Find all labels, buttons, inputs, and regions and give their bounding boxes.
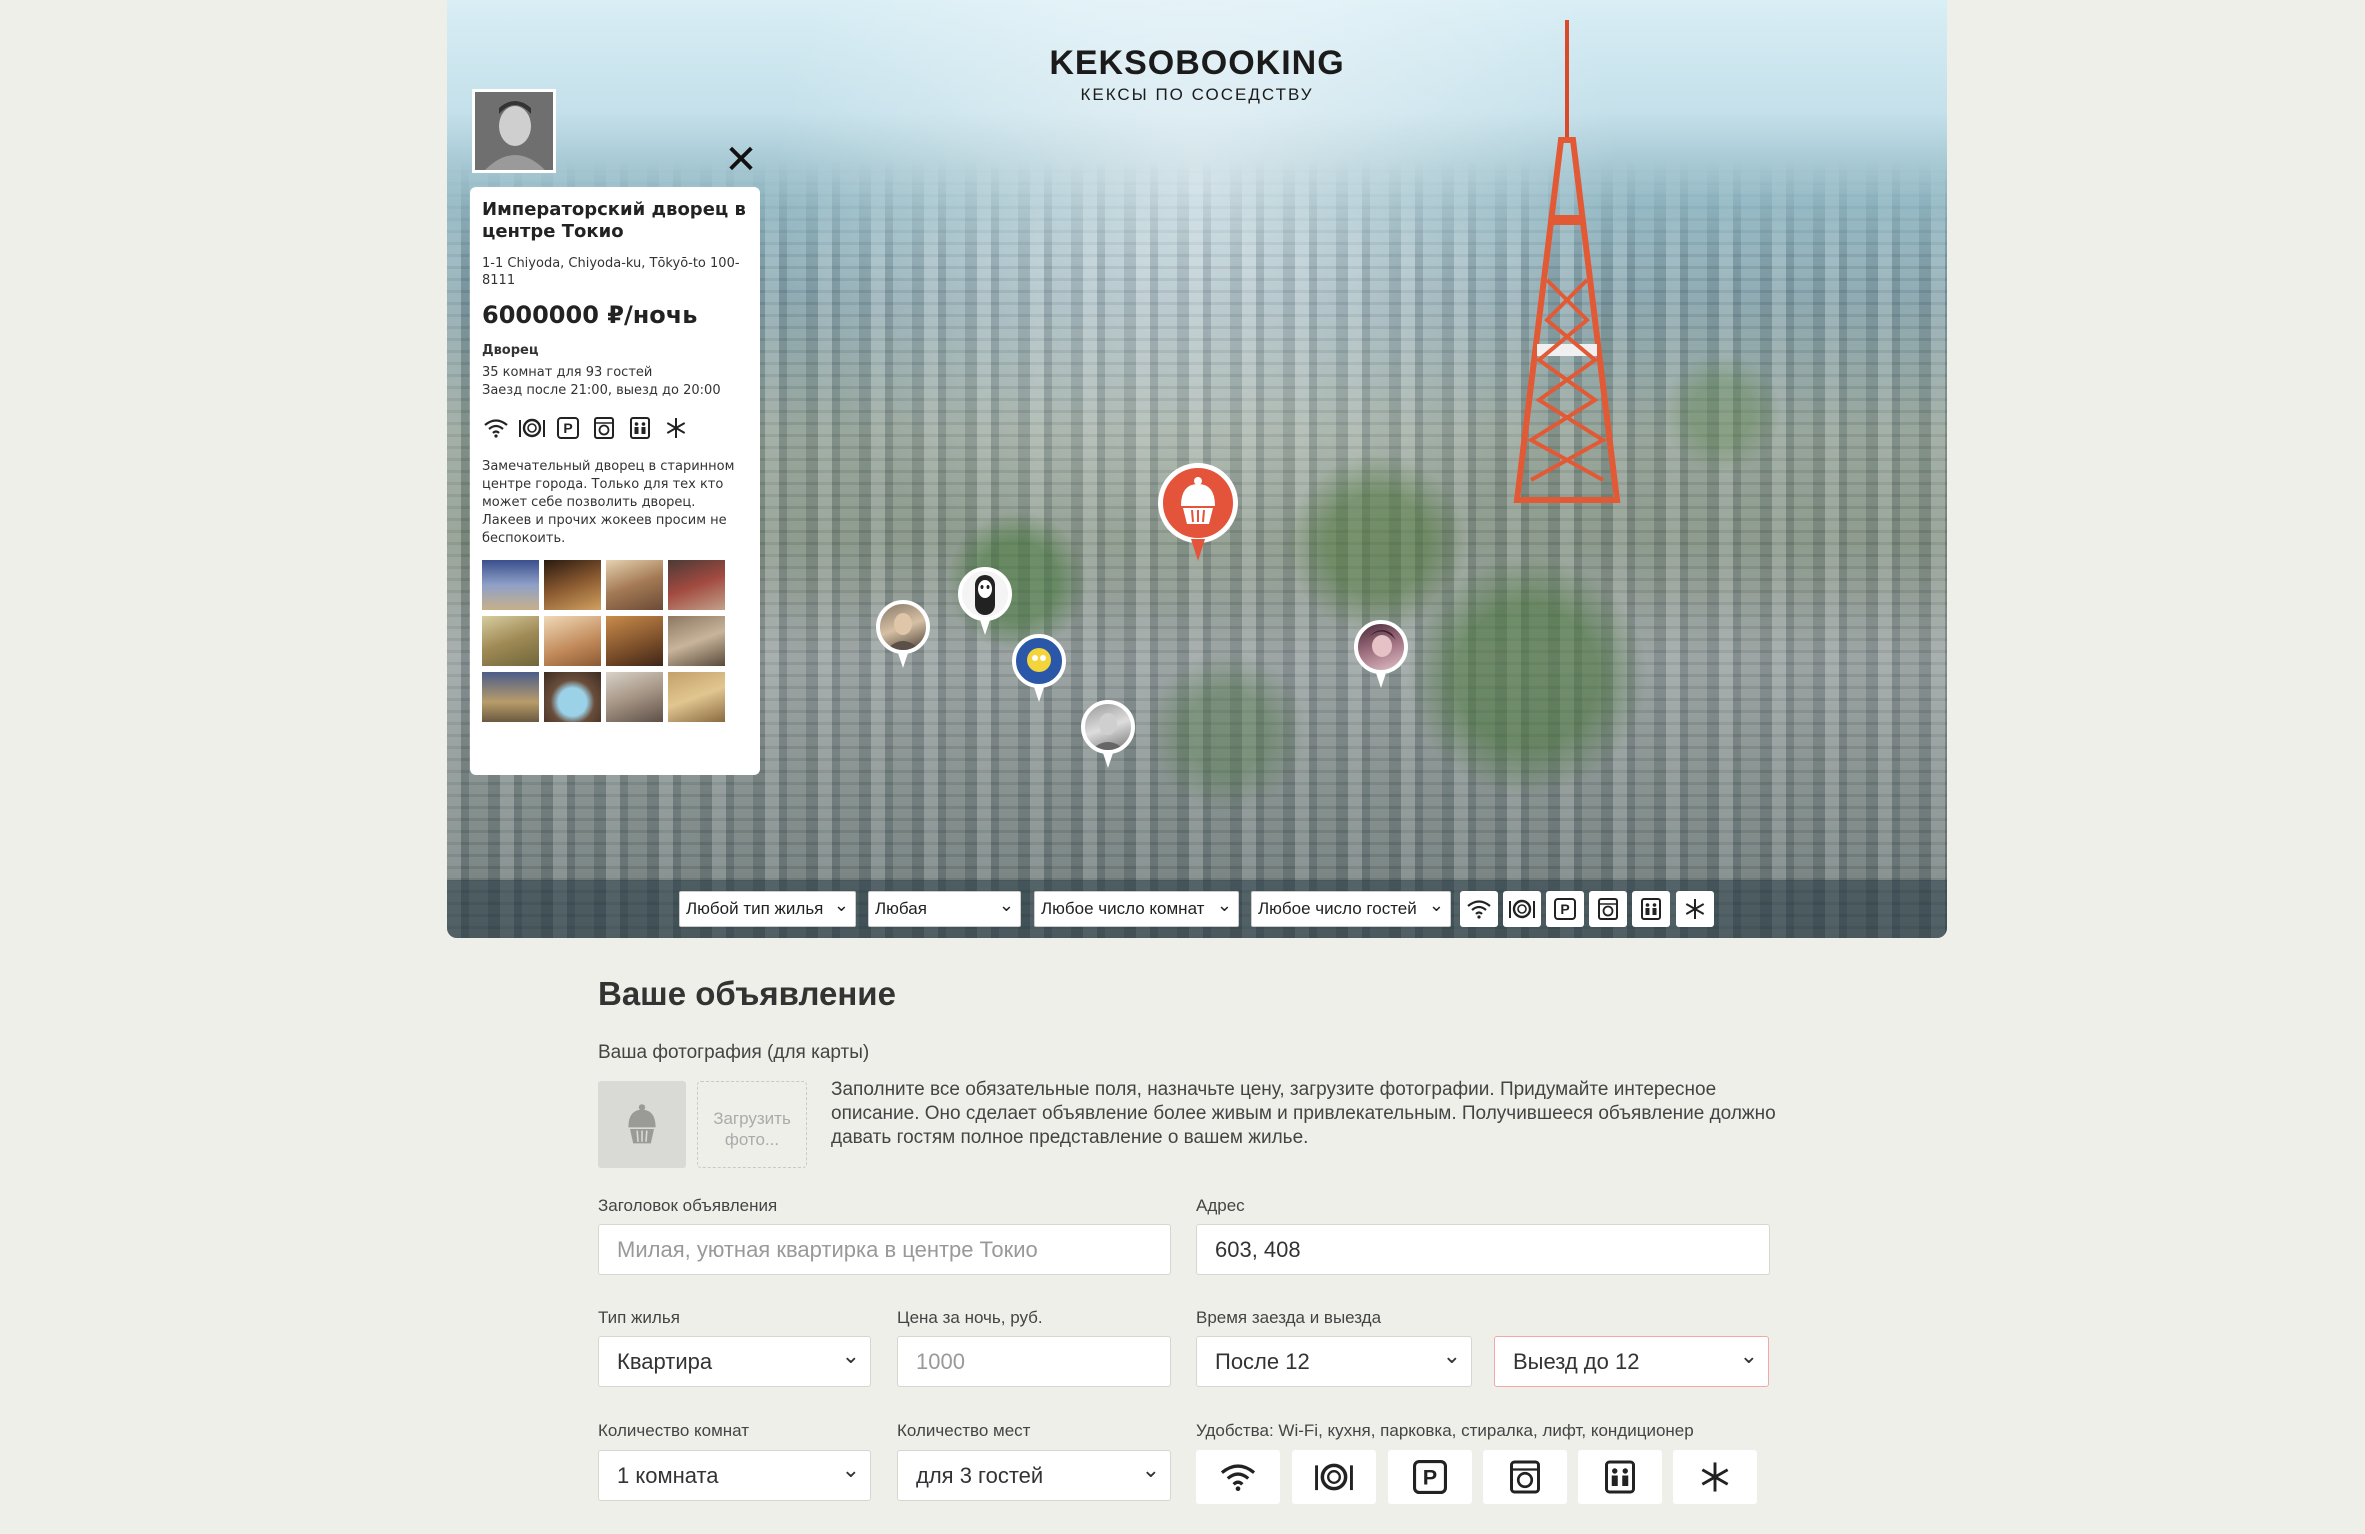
user-avatar-icon — [1091, 713, 1125, 750]
popup-photos — [482, 560, 748, 722]
cupcake-icon — [628, 1103, 656, 1143]
popup-photo[interactable] — [606, 672, 663, 722]
feature-washer[interactable] — [1483, 1450, 1567, 1504]
conditioner-icon — [1685, 899, 1705, 919]
map-pin[interactable] — [958, 567, 1018, 639]
timeout-select[interactable]: Выезд до 12 — [1494, 1336, 1769, 1387]
filter-elevator[interactable] — [1632, 891, 1670, 927]
avatar-upload-button[interactable]: Загрузить фото... — [697, 1081, 807, 1168]
map-pin[interactable] — [1081, 700, 1141, 772]
map-pin[interactable] — [1012, 634, 1072, 706]
popup-photo[interactable] — [668, 616, 725, 666]
popup-photo[interactable] — [606, 616, 663, 666]
offer-popup: Императорский дворец в центре Токио 1-1 … — [470, 187, 760, 775]
type-label: Тип жилья — [598, 1308, 680, 1327]
filter-washer[interactable] — [1589, 891, 1627, 927]
popup-photo[interactable] — [668, 560, 725, 610]
rooms-select[interactable]: 1 комната — [598, 1450, 871, 1501]
conditioner-icon — [1701, 1462, 1729, 1492]
filter-conditioner[interactable] — [1676, 891, 1714, 927]
features-label: Удобства: Wi-Fi, кухня, парковка, стирал… — [1196, 1421, 1694, 1440]
dishwasher-icon — [518, 414, 546, 442]
conditioner-icon — [662, 414, 690, 442]
housing-type-filter[interactable]: Любой тип жилья — [679, 891, 856, 927]
guests-filter[interactable]: Любое число гостей — [1251, 891, 1451, 927]
popup-photo[interactable] — [544, 672, 601, 722]
popup-photo[interactable] — [544, 616, 601, 666]
address-label: Адрес — [1196, 1196, 1245, 1215]
tagline: КЕКСЫ ПО СОСЕДСТВУ — [1080, 85, 1314, 104]
time-label: Время заезда и выезда — [1196, 1308, 1382, 1327]
address-input[interactable]: 603, 408 — [1196, 1224, 1770, 1275]
user-avatar-icon — [1368, 630, 1396, 657]
popup-photo[interactable] — [606, 560, 663, 610]
price-filter[interactable]: Любая — [868, 891, 1021, 927]
dishwasher-icon — [1509, 899, 1535, 919]
main-pin[interactable] — [1158, 463, 1248, 563]
popup-features: P — [482, 414, 748, 442]
feature-dishwasher[interactable] — [1292, 1450, 1376, 1504]
form-title: Ваше объявление — [598, 975, 896, 1012]
title-input[interactable]: Милая, уютная квартирка в центре Токио — [598, 1224, 1171, 1275]
feature-wifi[interactable] — [1196, 1450, 1280, 1504]
rooms-label: Количество комнат — [598, 1421, 750, 1440]
user-avatar-icon — [975, 575, 995, 615]
timein-select[interactable]: После 12 — [1196, 1336, 1472, 1387]
user-avatar-icon — [475, 92, 553, 170]
type-select[interactable]: Квартира — [598, 1336, 871, 1387]
capacity-label: Количество мест — [897, 1421, 1031, 1440]
popup-address: 1-1 Chiyoda, Chiyoda-ku, Tōkyō-to 100-81… — [482, 256, 740, 288]
elevator-icon — [1641, 898, 1661, 920]
avatar-preview — [598, 1081, 686, 1168]
svg-text:P: P — [1423, 1465, 1437, 1490]
popup-close-button[interactable]: ✕ — [721, 140, 761, 180]
filter-parking[interactable]: P — [1546, 891, 1584, 927]
washer-icon — [590, 414, 618, 442]
parking-icon: P — [1554, 898, 1576, 920]
map-pin[interactable] — [1354, 620, 1414, 692]
form-hint: Заполните все обязательные поля, назначь… — [831, 1079, 1776, 1148]
dishwasher-icon — [1315, 1463, 1353, 1491]
popup-title: Императорский дворец в центре Токио — [482, 199, 746, 242]
popup-photo[interactable] — [544, 560, 601, 610]
washer-icon — [1598, 898, 1618, 920]
map-pin[interactable] — [876, 600, 936, 672]
popup-capacity: 35 комнат для 93 гостей — [482, 365, 653, 380]
popup-avatar — [472, 89, 556, 173]
wifi-icon — [1220, 1464, 1256, 1492]
popup-photo[interactable] — [482, 560, 539, 610]
popup-price: 6000000 ₽/ночь — [482, 301, 698, 329]
rooms-filter[interactable]: Любое число комнат — [1034, 891, 1239, 927]
popup-photo[interactable] — [482, 616, 539, 666]
popup-description: Замечательный дворец в старинном центре … — [482, 459, 735, 546]
svg-text:P: P — [563, 420, 572, 436]
avatar-label: Ваша фотография (для карты) — [598, 1042, 870, 1063]
price-label: Цена за ночь, руб. — [897, 1308, 1043, 1327]
user-avatar-icon — [1027, 648, 1051, 672]
popup-photo[interactable] — [482, 672, 539, 722]
filter-wifi[interactable] — [1460, 891, 1498, 927]
wifi-icon — [1467, 900, 1491, 919]
feature-parking[interactable]: P — [1388, 1450, 1472, 1504]
parking-icon: P — [1413, 1460, 1447, 1494]
title-label: Заголовок объявления — [598, 1196, 778, 1215]
elevator-icon — [626, 414, 654, 442]
feature-elevator[interactable] — [1578, 1450, 1662, 1504]
price-input[interactable]: 1000 — [897, 1336, 1171, 1387]
popup-photo[interactable] — [668, 672, 725, 722]
site-header: KEKSOBOOKING КЕКСЫ ПО СОСЕДСТВУ — [447, 44, 1947, 105]
logo[interactable]: KEKSOBOOKING — [447, 44, 1947, 83]
feature-conditioner[interactable] — [1673, 1450, 1757, 1504]
washer-icon — [1510, 1460, 1540, 1494]
capacity-select[interactable]: для 3 гостей — [897, 1450, 1171, 1501]
popup-type: Дворец — [482, 343, 539, 358]
popup-time: Заезд после 21:00, выезд до 20:00 — [482, 383, 721, 398]
wifi-icon — [482, 414, 510, 442]
cupcake-icon — [1181, 477, 1215, 524]
elevator-icon — [1605, 1460, 1635, 1494]
parking-icon: P — [554, 414, 582, 442]
svg-text:P: P — [1560, 901, 1569, 917]
user-avatar-icon — [886, 613, 920, 650]
filter-dishwasher[interactable] — [1503, 891, 1541, 927]
